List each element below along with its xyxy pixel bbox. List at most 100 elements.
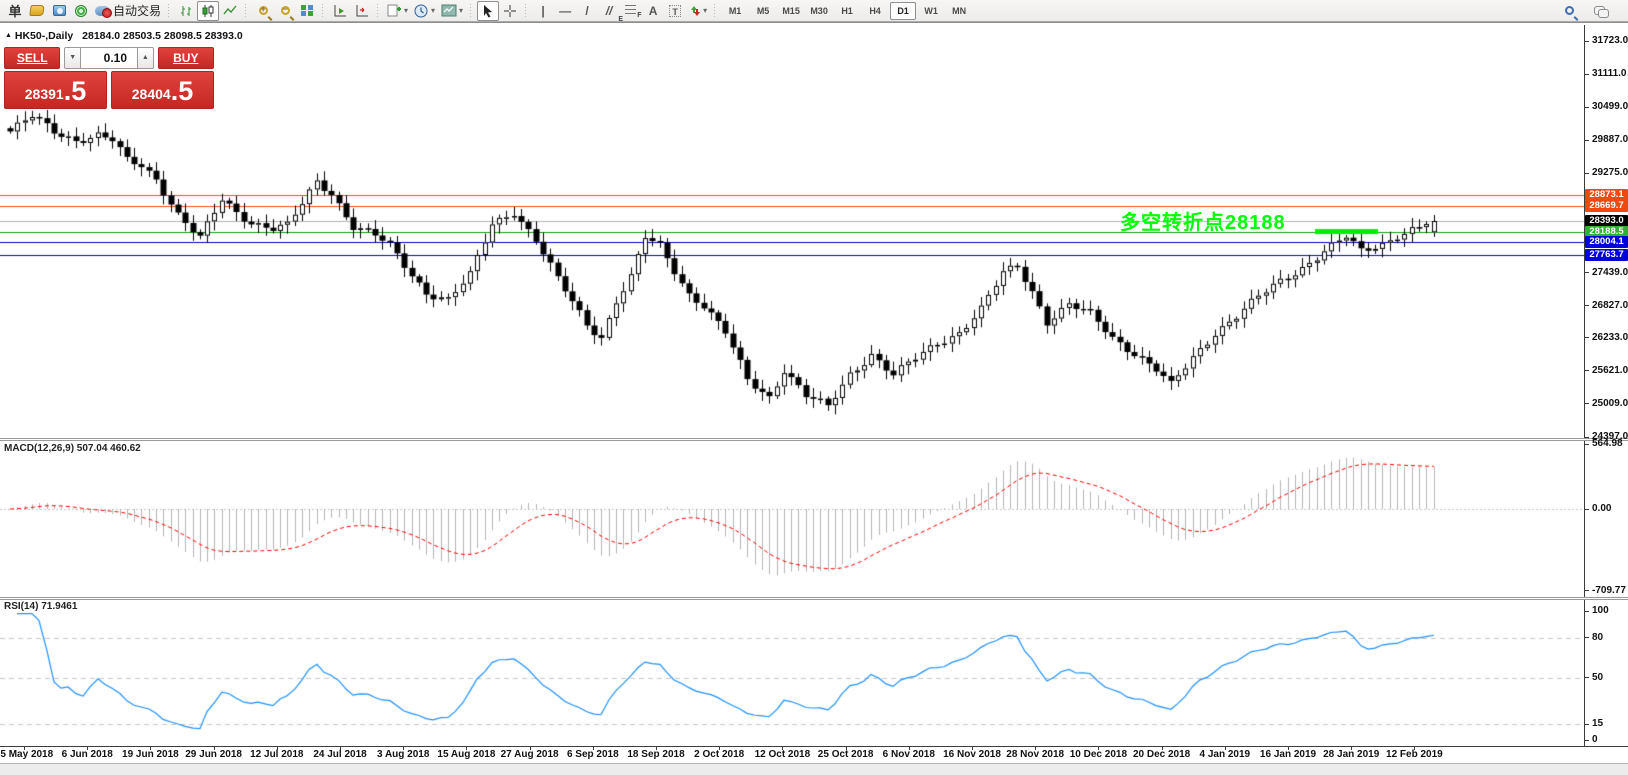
chart-canvas[interactable] xyxy=(0,25,1584,746)
timeframe-m15[interactable]: M15 xyxy=(778,2,804,20)
time-axis-label: 18 Sep 2018 xyxy=(627,749,685,760)
horizontal-line-icon: — xyxy=(559,3,572,18)
time-axis-label: 10 Dec 2018 xyxy=(1069,749,1128,760)
periods-button[interactable]: ▾ xyxy=(411,1,438,21)
timeframe-d1[interactable]: D1 xyxy=(890,1,917,20)
price-tick-label: 27439.0 xyxy=(1592,266,1628,278)
rsi-tick-label: 100 xyxy=(1592,605,1609,616)
volume-input[interactable] xyxy=(81,47,137,69)
symbol-name: HK50-,Daily xyxy=(14,30,74,42)
terminal-button[interactable] xyxy=(48,1,70,21)
horizontal-line-button[interactable]: — xyxy=(554,1,576,21)
toolbar-grip xyxy=(321,3,327,18)
macd-tick-label: 564.98 xyxy=(1592,438,1623,450)
vertical-line-button[interactable]: | xyxy=(532,1,554,21)
price-tick-mark xyxy=(1584,436,1589,438)
rsi-tick-mark xyxy=(1584,677,1589,678)
templates-button[interactable]: ▾ xyxy=(438,1,466,21)
sell-price-frac: .5 xyxy=(63,76,87,106)
timeframe-m1[interactable]: M1 xyxy=(722,2,748,20)
timeframe-m5[interactable]: M5 xyxy=(750,2,776,20)
price-tick-label: 25621.0 xyxy=(1592,364,1628,376)
toolbar-grip xyxy=(376,3,382,18)
price-tick-label: 31723.0 xyxy=(1592,35,1628,46)
rsi-tick-label: 0 xyxy=(1592,734,1598,745)
rsi-tick-mark xyxy=(1584,739,1589,741)
indicators-button[interactable]: ▾ xyxy=(384,1,411,21)
toolbar-group-objects: | — / // E F A T ▾ xyxy=(532,0,710,23)
chat-button[interactable] xyxy=(1590,1,1612,21)
price-tick-label: 26827.0 xyxy=(1592,299,1628,311)
ohlc-values: 28184.0 28503.5 28098.5 28393.0 xyxy=(82,30,243,42)
macd-pane-separator[interactable] xyxy=(0,438,1628,441)
timeframe-m30[interactable]: M30 xyxy=(806,2,832,20)
crosshair-button[interactable] xyxy=(499,1,521,21)
rsi-label: RSI(14) 71.9461 xyxy=(4,601,78,612)
book-icon xyxy=(29,5,45,16)
fibonacci-button[interactable]: F xyxy=(620,1,642,21)
timeframe-h1[interactable]: H1 xyxy=(834,2,860,20)
new-order-icon: 单 xyxy=(8,4,22,19)
price-tag: 27763.7 xyxy=(1585,249,1628,262)
rsi-tick-label: 15 xyxy=(1592,718,1604,730)
macd-tick-label: -709.77 xyxy=(1592,584,1626,596)
market-watch-button[interactable] xyxy=(26,1,48,21)
trade-panel-row1: SELL ▼ ▲ BUY xyxy=(4,47,214,69)
zoom-in-button[interactable]: + xyxy=(252,1,274,21)
candlestick-chart-button[interactable] xyxy=(197,0,220,21)
price-tick-label: 30499.0 xyxy=(1592,101,1628,113)
timeframe-mn[interactable]: MN xyxy=(946,2,972,20)
volume-decrease-button[interactable]: ▼ xyxy=(64,47,81,69)
arrows-button[interactable]: ▾ xyxy=(686,1,710,21)
price-tag: 28004.1 xyxy=(1585,236,1628,249)
price-tick-mark xyxy=(1584,403,1589,405)
equidistant-channel-button[interactable]: // E xyxy=(598,1,623,23)
time-axis-label: 20 Dec 2018 xyxy=(1132,749,1191,760)
price-tick-mark xyxy=(1584,305,1589,307)
auto-scroll-button[interactable] xyxy=(329,1,351,21)
trendline-button[interactable]: / xyxy=(576,1,598,21)
time-axis-label: 12 Jul 2018 xyxy=(250,749,304,760)
toolbar-grip xyxy=(524,3,530,18)
crosshair-icon xyxy=(504,4,517,17)
price-tick-mark xyxy=(1584,172,1589,174)
chart-shift-button[interactable] xyxy=(351,1,373,21)
timeframe-h4[interactable]: H4 xyxy=(862,2,888,20)
fibonacci-icon: F xyxy=(624,5,642,19)
rsi-tick-mark xyxy=(1584,610,1589,612)
toolbar-group-cursor xyxy=(477,0,521,22)
buy-button[interactable]: BUY xyxy=(157,47,214,69)
cursor-button[interactable] xyxy=(477,0,500,21)
toolbar-group-main: 单 自动交易 xyxy=(4,0,164,22)
rsi-tick-label: 50 xyxy=(1592,671,1604,683)
text-icon: A xyxy=(648,3,658,18)
time-axis-label: 25 Oct 2018 xyxy=(817,749,874,760)
timeframe-w1[interactable]: W1 xyxy=(918,2,944,20)
tile-windows-button[interactable] xyxy=(296,1,318,21)
bar-chart-icon xyxy=(180,5,191,16)
line-chart-button[interactable] xyxy=(219,1,241,21)
price-tick-mark xyxy=(1584,106,1589,108)
autotrading-button[interactable]: 自动交易 xyxy=(92,1,164,21)
channel-icon: // xyxy=(605,3,613,18)
new-order-button[interactable]: 单 xyxy=(4,1,26,21)
zoom-out-button[interactable]: − xyxy=(274,1,296,21)
sell-button[interactable]: SELL xyxy=(4,47,61,69)
signals-button[interactable] xyxy=(70,1,92,21)
volume-increase-button[interactable]: ▲ xyxy=(137,47,154,69)
indicators-icon xyxy=(387,4,402,16)
chart-shift-icon xyxy=(356,4,368,16)
text-button[interactable]: A xyxy=(642,1,664,21)
text-label-button[interactable]: T xyxy=(664,1,686,21)
time-axis-label: 28 Jan 2019 xyxy=(1323,749,1380,760)
symbol-info-line: ▲ HK50-,Daily 28184.0 28503.5 28098.5 28… xyxy=(5,30,243,42)
search-button[interactable] xyxy=(1558,1,1580,21)
buy-price-box[interactable]: 28404 .5 xyxy=(111,71,214,109)
rsi-pane-separator[interactable] xyxy=(0,597,1628,600)
clock-icon xyxy=(414,4,428,17)
time-axis-label: 16 Nov 2018 xyxy=(943,749,1001,760)
bar-chart-button[interactable] xyxy=(175,1,197,21)
price-tick-mark xyxy=(1584,272,1589,274)
time-axis-label: 28 Nov 2018 xyxy=(1006,749,1065,760)
sell-price-box[interactable]: 28391 .5 xyxy=(4,71,107,109)
